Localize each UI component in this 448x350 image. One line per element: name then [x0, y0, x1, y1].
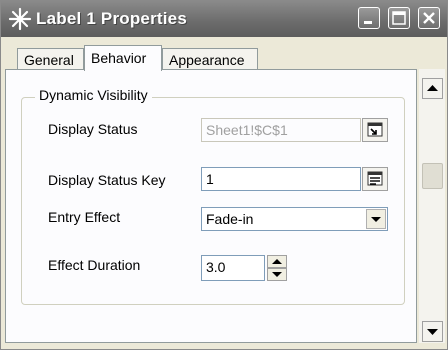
vertical-scrollbar[interactable]: [419, 69, 445, 343]
entry-effect-label: Entry Effect: [48, 209, 121, 225]
effect-duration-label: Effect Duration: [48, 257, 141, 273]
tab-strip: General Behavior Appearance: [1, 37, 447, 71]
display-status-key-field[interactable]: 1: [201, 167, 361, 191]
effect-duration-field[interactable]: 3.0: [201, 255, 265, 281]
close-icon: [423, 12, 435, 24]
tab-behavior[interactable]: Behavior: [84, 45, 162, 71]
scroll-down-button[interactable]: [422, 321, 443, 342]
tab-general[interactable]: General: [17, 48, 84, 70]
cell-reference-icon: [367, 122, 383, 137]
display-status-label: Display Status: [48, 121, 138, 137]
entry-effect-value: Fade-in: [206, 211, 254, 227]
maximize-icon: [392, 11, 406, 25]
tab-appearance[interactable]: Appearance: [162, 48, 258, 70]
minimize-icon: [364, 21, 372, 24]
group-title: Dynamic Visibility: [35, 87, 152, 103]
scroll-thumb[interactable]: [422, 163, 443, 189]
window-title: Label 1 Properties: [36, 9, 187, 28]
dropdown-button[interactable]: [366, 209, 386, 229]
display-status-ref-button[interactable]: [362, 118, 388, 142]
maximize-button[interactable]: [388, 7, 410, 29]
display-status-key-label: Display Status Key: [48, 172, 166, 188]
title-bar[interactable]: Label 1 Properties: [1, 1, 447, 37]
star-icon: [8, 7, 32, 31]
close-button[interactable]: [418, 7, 440, 29]
arrow-down-icon: [427, 329, 438, 335]
list-select-icon: [367, 171, 383, 186]
duration-spinner: [267, 255, 287, 281]
arrow-up-icon: [427, 85, 438, 91]
spin-up-icon[interactable]: [267, 255, 287, 268]
display-status-key-button[interactable]: [362, 167, 388, 191]
minimize-button[interactable]: [358, 7, 380, 29]
spin-down-icon[interactable]: [267, 268, 287, 281]
chevron-down-icon: [371, 217, 381, 222]
scroll-up-button[interactable]: [422, 78, 443, 99]
entry-effect-select[interactable]: Fade-in: [201, 207, 388, 231]
properties-window: Label 1 Properties General Behavior Appe…: [0, 0, 448, 350]
display-status-field[interactable]: Sheet1!$C$1: [201, 118, 361, 142]
